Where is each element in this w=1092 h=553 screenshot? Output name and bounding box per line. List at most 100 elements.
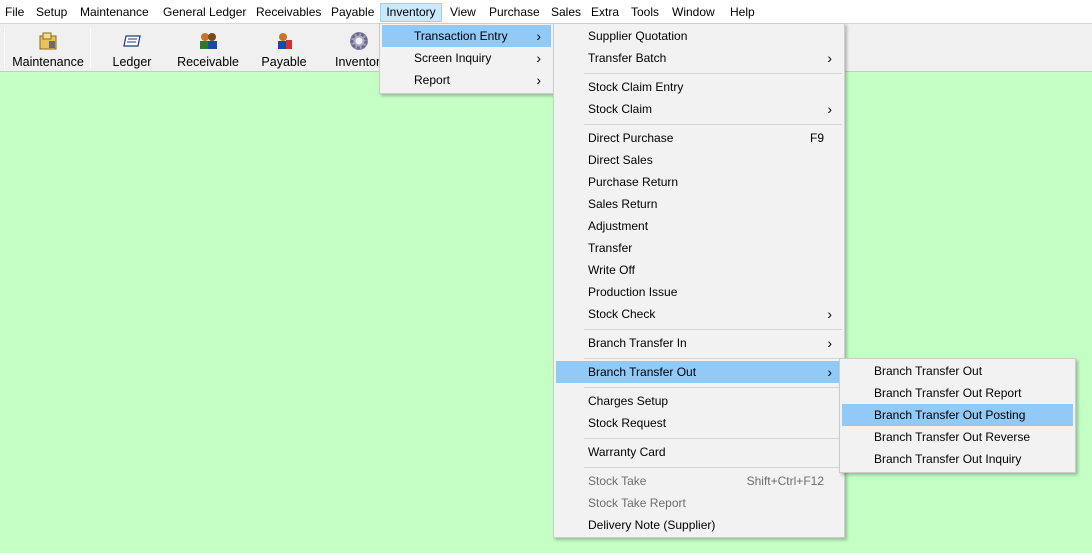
menu-item-label: Production Issue <box>588 285 678 299</box>
menu-item-branch-transfer-out-report[interactable]: Branch Transfer Out Report <box>842 382 1073 404</box>
menu-item-label: Branch Transfer Out <box>588 365 697 379</box>
menu-maintenance[interactable]: Maintenance <box>80 3 149 22</box>
menu-item-label: Transaction Entry <box>414 29 508 43</box>
menu-item-purchase-return[interactable]: Purchase Return <box>556 171 842 193</box>
toolbar-label: Payable <box>261 55 307 69</box>
branch-transfer-out-menu: Branch Transfer Out Branch Transfer Out … <box>839 358 1076 473</box>
menu-item-label: Branch Transfer Out Posting <box>874 408 1026 422</box>
menu-item-label: Direct Purchase <box>588 131 674 145</box>
menu-item-label: Branch Transfer Out Reverse <box>874 430 1031 444</box>
menu-window[interactable]: Window <box>672 3 715 22</box>
menu-item-label: Sales Return <box>588 197 658 211</box>
menu-item-label: Transfer <box>588 241 633 255</box>
menu-item-label: Stock Request <box>588 416 667 430</box>
menu-setup[interactable]: Setup <box>36 3 67 22</box>
toolbar-label: Inventor <box>335 55 381 69</box>
menu-item-supplier-quotation[interactable]: Supplier Quotation <box>556 25 842 47</box>
menu-item-write-off[interactable]: Write Off <box>556 259 842 281</box>
menu-separator <box>584 329 842 330</box>
menu-item-screen-inquiry[interactable]: Screen Inquiry › <box>382 47 551 69</box>
chevron-right-icon: › <box>536 72 541 88</box>
menu-item-adjustment[interactable]: Adjustment <box>556 215 842 237</box>
menu-payable[interactable]: Payable <box>331 3 374 22</box>
menu-item-warranty-card[interactable]: Warranty Card <box>556 441 842 463</box>
menu-separator <box>584 387 842 388</box>
menu-view[interactable]: View <box>450 3 476 22</box>
menu-item-branch-transfer-out[interactable]: Branch Transfer Out › <box>556 361 842 383</box>
menu-item-label: Stock Claim <box>588 102 653 116</box>
toolbar-label: Ledger <box>112 55 152 69</box>
maintenance-icon <box>39 32 57 50</box>
menu-item-sales-return[interactable]: Sales Return <box>556 193 842 215</box>
menu-item-direct-purchase[interactable]: Direct Purchase F9 <box>556 127 842 149</box>
menu-separator <box>584 467 842 468</box>
chevron-right-icon: › <box>827 364 832 380</box>
menu-item-label: Branch Transfer Out Report <box>874 386 1022 400</box>
menu-tools[interactable]: Tools <box>631 3 659 22</box>
menu-inventory[interactable]: Inventory <box>380 3 442 22</box>
toolbar-payable-button[interactable]: Payable <box>257 26 311 70</box>
chevron-right-icon: › <box>536 50 541 66</box>
menu-item-production-issue[interactable]: Production Issue <box>556 281 842 303</box>
menu-item-label: Write Off <box>588 263 635 277</box>
menu-help[interactable]: Help <box>730 3 755 22</box>
menu-item-label: Delivery Note (Supplier) <box>588 518 716 532</box>
menu-item-transaction-entry[interactable]: Transaction Entry › <box>382 25 551 47</box>
menu-receivables[interactable]: Receivables <box>256 3 321 22</box>
menu-item-label: Branch Transfer In <box>588 336 687 350</box>
menu-item-label: Charges Setup <box>588 394 669 408</box>
toolbar-separator <box>90 28 91 68</box>
menu-item-charges-setup[interactable]: Charges Setup <box>556 390 842 412</box>
menu-item-direct-sales[interactable]: Direct Sales <box>556 149 842 171</box>
menu-item-report[interactable]: Report › <box>382 69 551 91</box>
menu-item-delivery-note-supplier[interactable]: Delivery Note (Supplier) <box>556 514 842 536</box>
menu-item-label: Screen Inquiry <box>414 51 492 65</box>
menu-item-stock-claim[interactable]: Stock Claim › <box>556 98 842 120</box>
chevron-right-icon: › <box>827 101 832 117</box>
menu-item-branch-transfer-out-posting[interactable]: Branch Transfer Out Posting <box>842 404 1073 426</box>
transaction-entry-menu: Supplier Quotation Transfer Batch › Stoc… <box>553 23 845 538</box>
menu-item-transfer[interactable]: Transfer <box>556 237 842 259</box>
menu-item-branch-transfer-out-inquiry[interactable]: Branch Transfer Out Inquiry <box>842 448 1073 470</box>
menu-item-label: Stock Take Report <box>588 496 686 510</box>
toolbar-receivable-button[interactable]: Receivable <box>176 26 240 70</box>
menu-item-label: Stock Claim Entry <box>588 80 684 94</box>
ledger-icon <box>123 35 141 47</box>
menu-item-label: Adjustment <box>588 219 649 233</box>
menu-purchase[interactable]: Purchase <box>489 3 540 22</box>
gear-icon <box>350 32 368 50</box>
menu-item-transfer-batch[interactable]: Transfer Batch › <box>556 47 842 69</box>
menu-item-label: Stock Check <box>588 307 656 321</box>
menu-item-stock-check[interactable]: Stock Check › <box>556 303 842 325</box>
menu-item-stock-take-report: Stock Take Report <box>556 492 842 514</box>
menu-item-branch-transfer-in[interactable]: Branch Transfer In › <box>556 332 842 354</box>
menu-item-label: Stock Take <box>588 474 647 488</box>
menu-item-label: Branch Transfer Out Inquiry <box>874 452 1022 466</box>
toolbar-ledger-button[interactable]: Ledger <box>104 26 160 70</box>
menu-item-branch-transfer-out-entry[interactable]: Branch Transfer Out <box>842 360 1073 382</box>
menu-separator <box>584 124 842 125</box>
toolbar-label: Receivable <box>177 55 239 69</box>
toolbar-maintenance-button[interactable]: Maintenance <box>10 26 86 70</box>
menu-item-label: Branch Transfer Out <box>874 364 983 378</box>
inventory-menu: Transaction Entry › Screen Inquiry › Rep… <box>379 23 554 94</box>
menu-item-branch-transfer-out-reverse[interactable]: Branch Transfer Out Reverse <box>842 426 1073 448</box>
menu-sales[interactable]: Sales <box>551 3 581 22</box>
chevron-right-icon: › <box>827 50 832 66</box>
menu-item-label: Supplier Quotation <box>588 29 688 43</box>
menu-item-stock-request[interactable]: Stock Request <box>556 412 842 434</box>
menu-extra[interactable]: Extra <box>591 3 619 22</box>
menu-item-stock-claim-entry[interactable]: Stock Claim Entry <box>556 76 842 98</box>
toolbar-separator <box>4 28 5 68</box>
toolbar-inventory-button[interactable]: Inventor <box>332 26 384 70</box>
menu-separator <box>584 73 842 74</box>
menu-item-label: Direct Sales <box>588 153 653 167</box>
payable-icon <box>278 33 292 49</box>
menu-item-label: Transfer Batch <box>588 51 667 65</box>
menu-general-ledger[interactable]: General Ledger <box>163 3 246 22</box>
menu-item-label: Warranty Card <box>588 445 666 459</box>
menu-separator <box>584 438 842 439</box>
menu-bar: File Setup Maintenance General Ledger Re… <box>0 0 1092 24</box>
menu-file[interactable]: File <box>5 3 24 22</box>
chevron-right-icon: › <box>827 306 832 322</box>
